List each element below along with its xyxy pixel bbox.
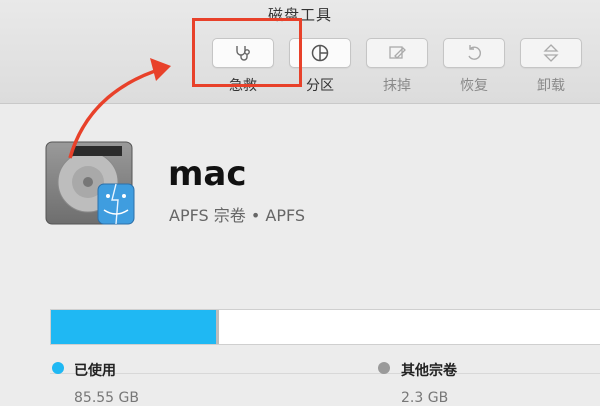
restore-label: 恢复 [460, 78, 488, 94]
erase-tool[interactable]: 抹掉 [366, 38, 428, 95]
erase-label: 抹掉 [383, 78, 411, 94]
used-label: 已使用 [74, 363, 116, 379]
storage-bar [50, 309, 600, 345]
restore-tool[interactable]: 恢复 [443, 38, 505, 95]
erase-button[interactable] [366, 38, 428, 68]
other-volumes-value: 2.3 GB [401, 390, 449, 406]
restore-button[interactable] [443, 38, 505, 68]
used-dot [52, 362, 64, 374]
other-volumes-dot [378, 362, 390, 374]
unmount-label: 卸载 [537, 78, 565, 94]
hard-drive-icon [45, 141, 135, 225]
used-value: 85.55 GB [74, 390, 139, 406]
storage-used-fill [51, 310, 219, 344]
unmount-button[interactable] [520, 38, 582, 68]
volume-name: mac [168, 154, 247, 194]
annotation-highlight-box [192, 18, 302, 87]
restore-icon [468, 45, 481, 60]
erase-icon [389, 46, 406, 59]
volume-subtitle: APFS 宗卷 • APFS [169, 206, 306, 225]
other-volumes-label: 其他宗卷 [401, 363, 457, 379]
section-divider [50, 373, 600, 374]
unmount-tool[interactable]: 卸载 [520, 38, 582, 95]
pie-chart-icon [311, 44, 329, 62]
eject-icon [543, 44, 559, 62]
